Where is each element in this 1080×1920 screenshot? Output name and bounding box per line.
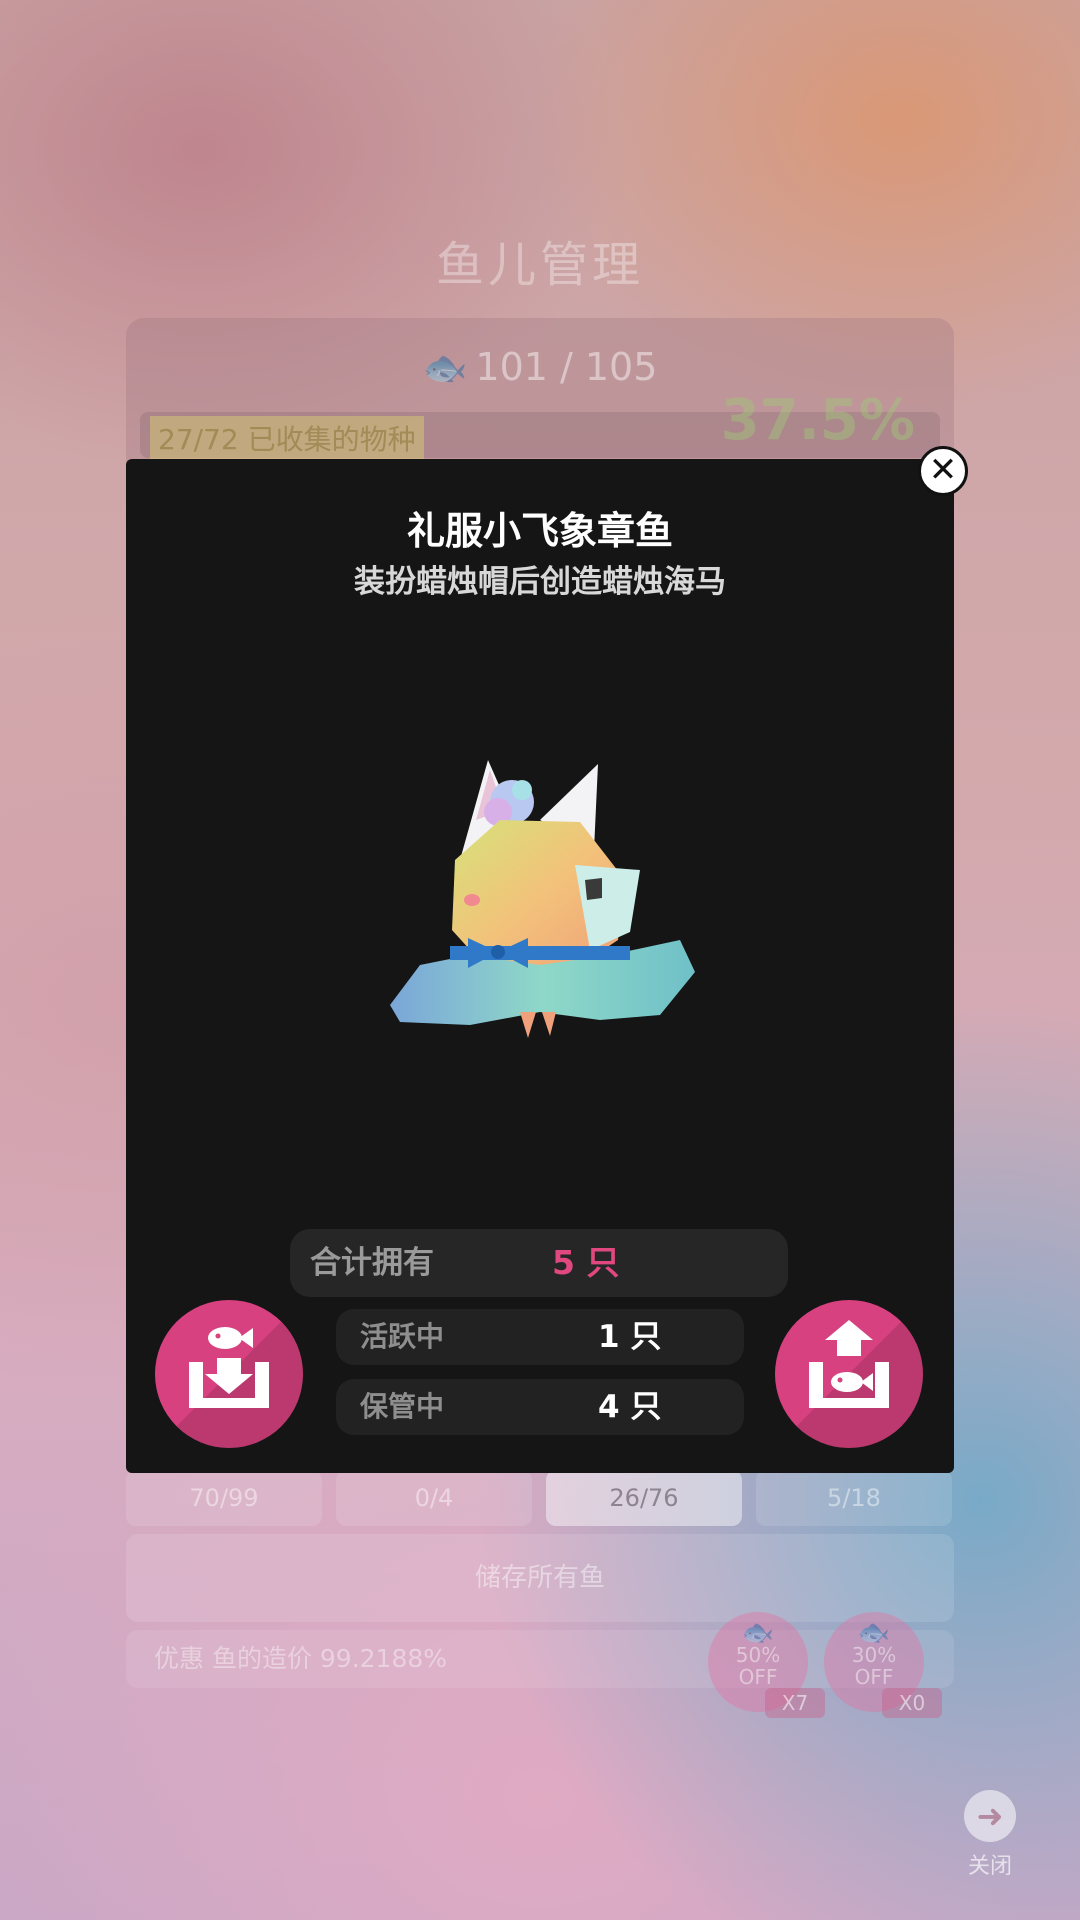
badge-count: X0 [882, 1688, 942, 1718]
tab-category-4[interactable]: 5/18 [756, 1470, 952, 1526]
stored-row: 保管中 4 只 [336, 1379, 744, 1435]
store-fish-button[interactable] [155, 1300, 303, 1448]
active-row: 活跃中 1 只 [336, 1309, 744, 1365]
tab-category-2[interactable]: 0/4 [336, 1470, 532, 1526]
fish-count-value: 101 / 105 [475, 345, 658, 389]
release-fish-button[interactable] [775, 1300, 923, 1448]
store-fish-icon [189, 1327, 269, 1408]
badge-label: 50% OFF [735, 1643, 781, 1689]
close-label: 关闭 [967, 1854, 1012, 1879]
collection-percent: 37.5% [720, 388, 915, 453]
tab-category-1[interactable]: 70/99 [126, 1470, 322, 1526]
close-screen-button[interactable]: ➜ 关闭 [950, 1790, 1030, 1880]
stored-value: 4 只 [598, 1389, 662, 1425]
category-tabs: 70/99 0/4 26/76 5/18 [126, 1470, 954, 1526]
total-owned-row: 合计拥有 5 只 [290, 1229, 788, 1297]
tab-category-3[interactable]: 26/76 [546, 1470, 742, 1526]
fish-icon: 🐟 [422, 348, 468, 389]
species-collected: 27/72 已收集的物种 [150, 416, 424, 460]
octopus-illustration [390, 760, 695, 1038]
fish-icon: 🐟 [741, 1618, 775, 1648]
fish-description: 装扮蜡烛帽后创造蜡烛海马 [354, 564, 726, 600]
total-owned-label: 合计拥有 [310, 1245, 434, 1281]
close-icon[interactable]: ✕ [918, 446, 968, 496]
active-value: 1 只 [598, 1319, 662, 1355]
badge-count: X7 [765, 1688, 825, 1718]
stored-label: 保管中 [360, 1390, 445, 1423]
page-title: 鱼儿管理 [435, 237, 644, 293]
fish-name: 礼服小飞象章鱼 [406, 509, 673, 553]
discount-text: 优惠 鱼的造价 99.2188% [154, 1644, 448, 1673]
arrow-right-icon: ➜ [964, 1790, 1016, 1842]
badge-label: 30% OFF [851, 1643, 897, 1689]
store-all-button[interactable]: 储存所有鱼 [126, 1534, 954, 1622]
active-label: 活跃中 [360, 1320, 445, 1353]
fish-count: 🐟 101 / 105 [0, 345, 1080, 389]
fish-icon: 🐟 [857, 1618, 891, 1648]
total-owned-value: 5 只 [552, 1243, 620, 1282]
release-fish-icon [809, 1320, 889, 1408]
